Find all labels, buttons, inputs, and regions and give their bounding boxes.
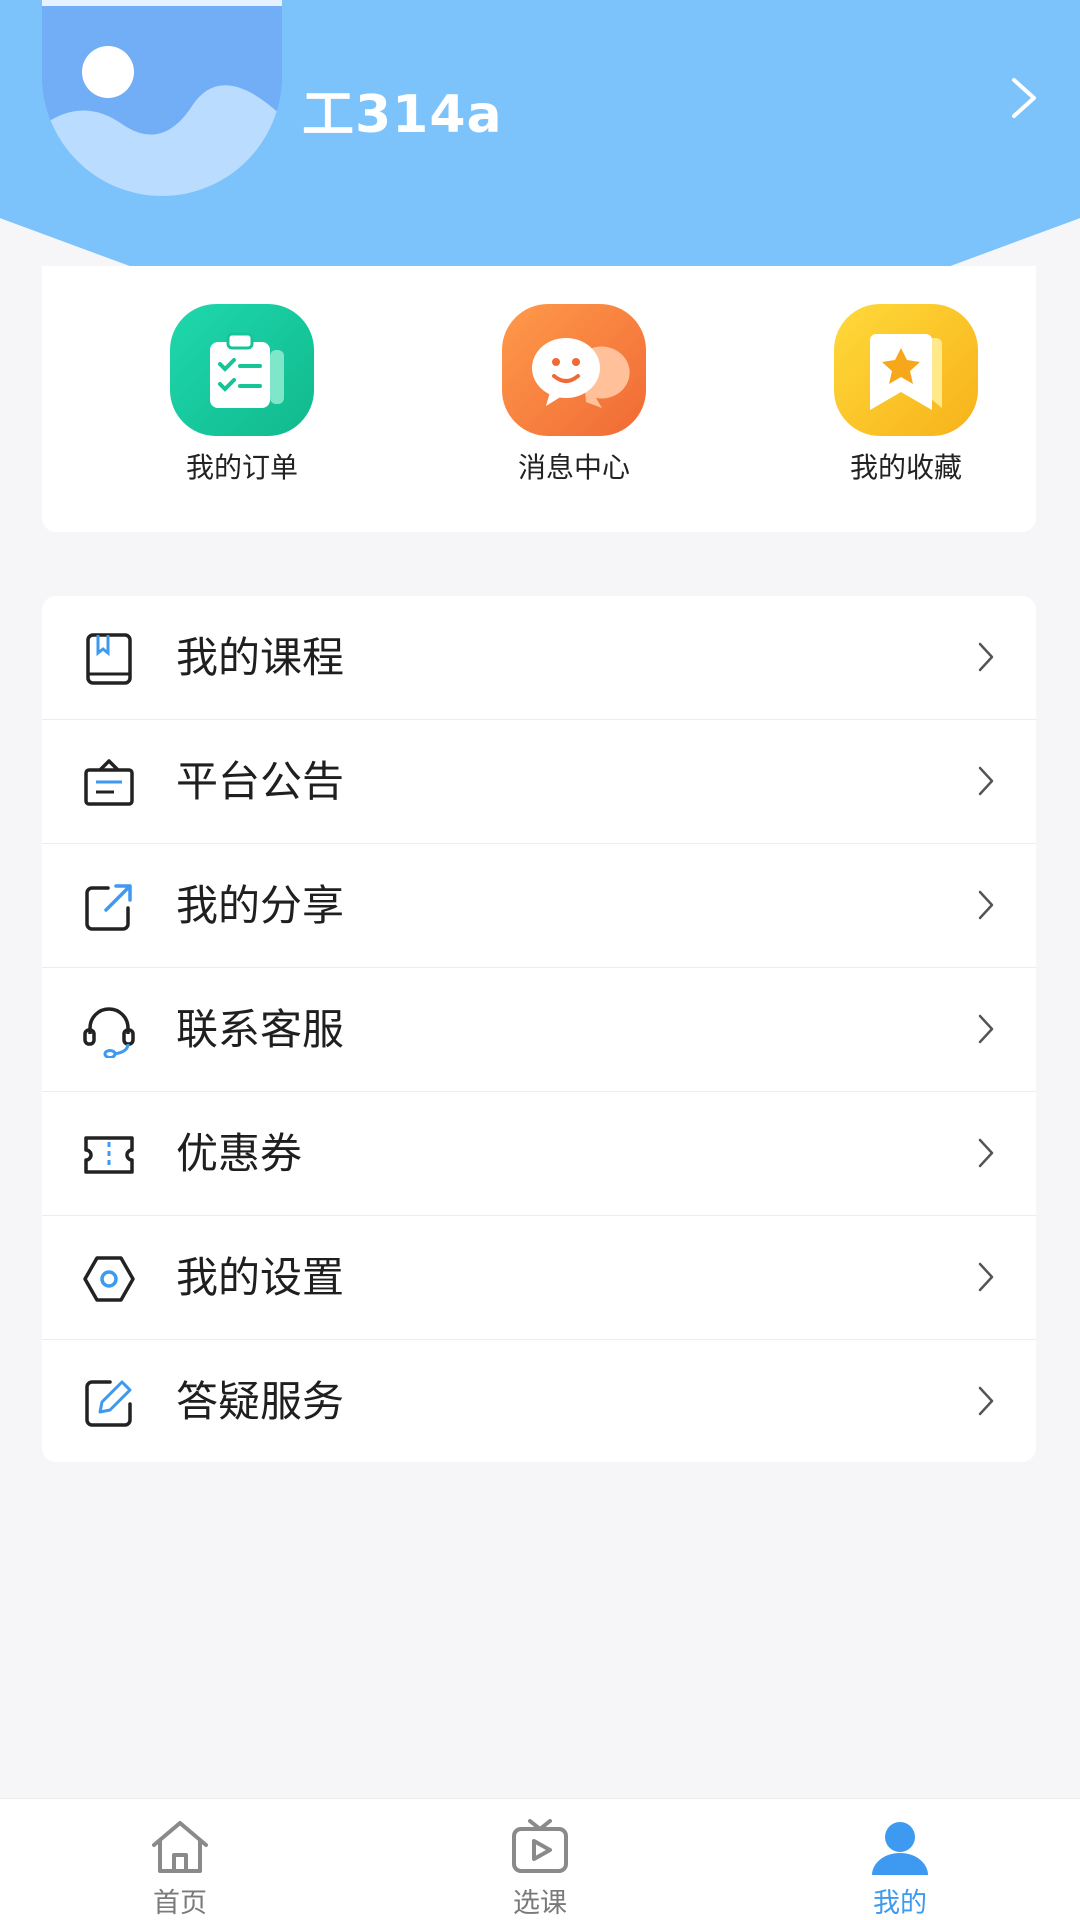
quick-action-label: 消息中心: [517, 451, 630, 484]
chevron-right-icon: [978, 1386, 994, 1416]
menu-item-settings[interactable]: 我的设置: [42, 1216, 1036, 1340]
home-icon: [152, 1821, 208, 1873]
menu-list: 我的课程 平台公告 我的分享 联系客服 优惠券 我的设置 答疑服务: [42, 596, 1036, 1462]
tab-label: 我的: [873, 1888, 927, 1919]
bookmark-star-icon: [834, 304, 978, 436]
menu-item-announcements[interactable]: 平台公告: [42, 720, 1036, 844]
tab-label: 选课: [513, 1888, 567, 1919]
menu-item-share[interactable]: 我的分享: [42, 844, 1036, 968]
quick-action-messages[interactable]: 消息中心: [474, 304, 674, 486]
menu-item-label: 我的分享: [176, 881, 345, 930]
menu-item-label: 优惠券: [176, 1129, 303, 1178]
menu-item-qa-service[interactable]: 答疑服务: [42, 1340, 1036, 1462]
menu-item-customer-service[interactable]: 联系客服: [42, 968, 1036, 1092]
edit-icon: [85, 1380, 132, 1427]
quick-action-orders[interactable]: 我的订单: [142, 304, 342, 486]
headset-icon: [83, 1007, 135, 1058]
quick-action-label: 我的收藏: [849, 451, 962, 484]
chevron-right-icon: [978, 1014, 994, 1044]
profile-header[interactable]: 工314a: [0, 0, 1080, 266]
chevron-right-icon[interactable]: [1004, 74, 1044, 122]
menu-item-label: 我的设置: [176, 1253, 345, 1302]
clipboard-checklist-icon: [170, 304, 314, 436]
quick-actions-card: 我的订单 消息中心 我的收藏: [42, 266, 1036, 532]
tab-courses[interactable]: 选课: [460, 1817, 620, 1920]
username[interactable]: 工314a: [302, 72, 503, 147]
quick-action-label: 我的订单: [185, 451, 298, 484]
announcement-board-icon: [84, 759, 134, 806]
chevron-right-icon: [978, 642, 994, 672]
share-icon: [85, 884, 132, 931]
menu-item-label: 平台公告: [176, 757, 345, 806]
menu-item-coupons[interactable]: 优惠券: [42, 1092, 1036, 1216]
chat-bubble-smile-icon: [502, 304, 646, 436]
book-icon: [86, 633, 132, 685]
tab-home[interactable]: 首页: [100, 1817, 260, 1920]
menu-item-label: 我的课程: [176, 633, 345, 682]
chevron-right-icon: [978, 766, 994, 796]
quick-action-favorites[interactable]: 我的收藏: [806, 304, 1006, 486]
image-placeholder-icon: [42, 6, 282, 196]
bottom-tab-bar: 首页 选课 我的: [0, 1798, 1080, 1920]
menu-item-label: 联系客服: [176, 1005, 345, 1054]
tab-mine[interactable]: 我的: [820, 1817, 980, 1920]
tab-label: 首页: [153, 1888, 207, 1919]
coupon-icon: [84, 1136, 134, 1174]
chevron-right-icon: [978, 1262, 994, 1292]
menu-item-courses[interactable]: 我的课程: [42, 596, 1036, 720]
tv-play-icon: [512, 1819, 568, 1873]
chevron-right-icon: [978, 890, 994, 920]
settings-hexagon-icon: [83, 1256, 135, 1302]
menu-item-label: 答疑服务: [176, 1377, 345, 1426]
user-icon: [872, 1822, 928, 1875]
chevron-right-icon: [978, 1138, 994, 1168]
avatar[interactable]: [42, 0, 282, 196]
